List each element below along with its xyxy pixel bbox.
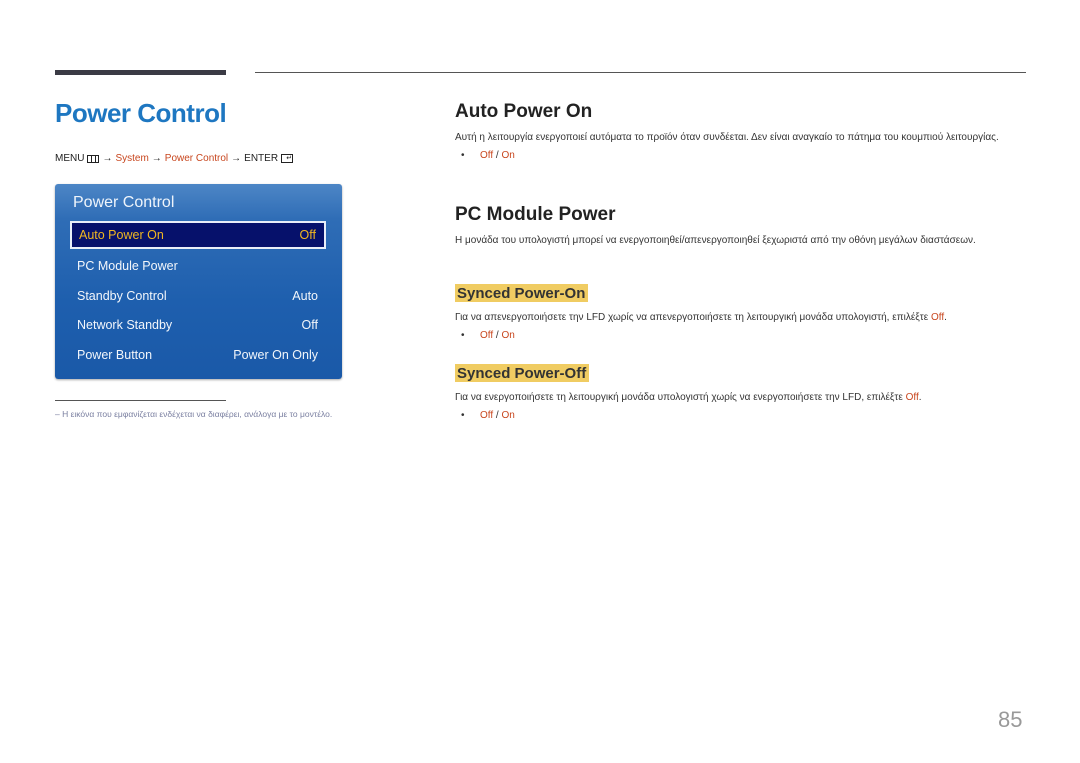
option-separator: / bbox=[493, 330, 502, 341]
header-rule-thin bbox=[255, 72, 1026, 73]
subsection-body: Για να απενεργοποιήσετε την LFD χωρίς να… bbox=[455, 310, 1025, 325]
osd-item-auto-power-on[interactable]: Auto Power On Off bbox=[70, 221, 326, 249]
breadcrumb-power-control: Power Control bbox=[164, 153, 229, 164]
section-pc-module-power: PC Module Power Η μονάδα του υπολογιστή … bbox=[455, 204, 1025, 248]
section-synced-power-on: Synced Power-On Για να απενεργοποιήσετε … bbox=[455, 283, 1025, 341]
bullet-icon: • bbox=[461, 150, 465, 161]
page-title: Power Control bbox=[55, 98, 227, 128]
bullet-icon: • bbox=[461, 410, 465, 421]
breadcrumb: MENU → System → Power Control → ENTER ↵ bbox=[55, 153, 294, 164]
arrow-icon: → bbox=[102, 153, 113, 164]
enter-icon: ↵ bbox=[281, 154, 294, 163]
subsection-heading: Synced Power-Off bbox=[455, 364, 590, 382]
osd-item-power-button[interactable]: Power Button Power On Only bbox=[70, 341, 326, 369]
breadcrumb-enter: ENTER bbox=[244, 153, 279, 164]
osd-item-standby-control[interactable]: Standby Control Auto bbox=[70, 282, 326, 310]
breadcrumb-menu: MENU bbox=[55, 153, 85, 164]
section-heading: Auto Power On bbox=[455, 101, 593, 122]
option-list: • Off / On bbox=[455, 330, 1025, 341]
section-heading: PC Module Power bbox=[455, 204, 616, 225]
osd-menu-title: Power Control bbox=[73, 194, 175, 211]
menu-grid-icon bbox=[87, 154, 100, 163]
option-off: Off bbox=[480, 330, 494, 341]
subsection-body: Για να ενεργοποιήσετε τη λειτουργική μον… bbox=[455, 390, 1025, 405]
osd-item-value: Off bbox=[301, 318, 318, 332]
footnote: – Η εικόνα που εμφανίζεται ενδέχεται να … bbox=[55, 409, 333, 419]
section-body: Η μονάδα του υπολογιστή μπορεί να ενεργο… bbox=[455, 235, 976, 246]
osd-item-pc-module-power[interactable]: PC Module Power bbox=[70, 252, 326, 280]
option-on: On bbox=[501, 330, 515, 341]
osd-item-value: Auto bbox=[292, 289, 318, 303]
body-accent: Off bbox=[930, 312, 945, 323]
body-text: Για να απενεργοποιήσετε την LFD χωρίς να… bbox=[455, 312, 931, 323]
section-auto-power-on: Auto Power On Αυτή η λειτουργία ενεργοπο… bbox=[455, 101, 1025, 161]
osd-item-label: Standby Control bbox=[77, 289, 167, 303]
body-end: . bbox=[918, 392, 922, 403]
option-off: Off bbox=[480, 150, 494, 161]
option-separator: / bbox=[493, 410, 502, 421]
osd-item-value: Off bbox=[299, 228, 316, 242]
footnote-divider bbox=[55, 400, 226, 401]
body-end: . bbox=[944, 312, 947, 323]
osd-item-label: Network Standby bbox=[77, 318, 173, 332]
section-synced-power-off: Synced Power-Off Για να ενεργοποιήσετε τ… bbox=[455, 363, 1025, 421]
breadcrumb-system: System bbox=[115, 153, 149, 164]
osd-item-value: Power On Only bbox=[233, 348, 318, 362]
bullet-icon: • bbox=[461, 330, 465, 341]
osd-item-label: Auto Power On bbox=[79, 228, 164, 242]
option-on: On bbox=[501, 410, 515, 421]
option-list: • Off / On bbox=[455, 410, 1025, 421]
body-text: Για να ενεργοποιήσετε τη λειτουργική μον… bbox=[455, 392, 906, 403]
osd-item-label: PC Module Power bbox=[77, 259, 178, 273]
header-rule-thick bbox=[55, 70, 226, 75]
page-number: 85 bbox=[998, 707, 1023, 732]
osd-item-network-standby[interactable]: Network Standby Off bbox=[70, 311, 326, 339]
osd-item-label: Power Button bbox=[77, 348, 153, 362]
option-list: • Off / On bbox=[455, 150, 1025, 161]
option-separator: / bbox=[493, 150, 502, 161]
arrow-icon: → bbox=[151, 153, 162, 164]
section-body: Αυτή η λειτουργία ενεργοποιεί αυτόματα τ… bbox=[455, 132, 999, 143]
option-off: Off bbox=[480, 410, 494, 421]
body-accent: Off bbox=[905, 392, 919, 403]
subsection-heading: Synced Power-On bbox=[455, 284, 589, 302]
osd-menu-panel: Power Control Auto Power On Off PC Modul… bbox=[55, 184, 342, 379]
arrow-icon: → bbox=[231, 153, 242, 164]
option-on: On bbox=[501, 150, 515, 161]
